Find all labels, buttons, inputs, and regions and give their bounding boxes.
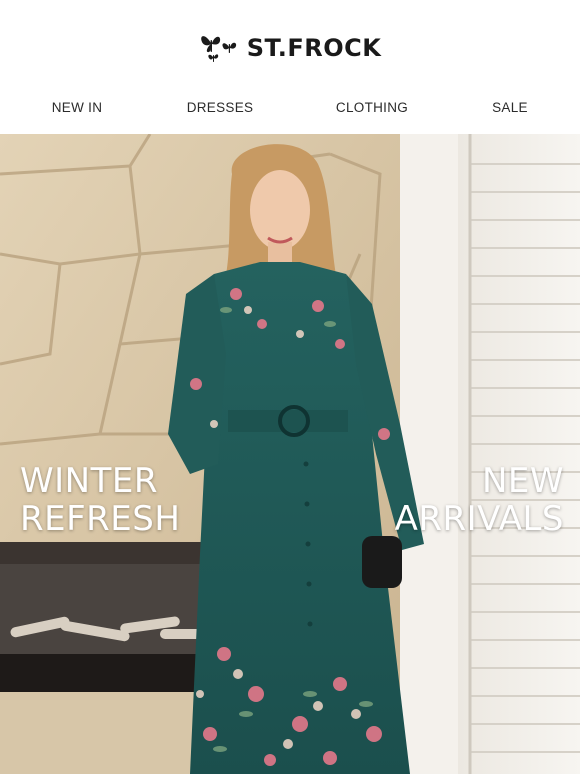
main-nav: NEW IN DRESSES CLOTHING SALE xyxy=(0,100,580,122)
butterfly-icon xyxy=(199,29,243,67)
hero-left-heading: WINTER REFRESH xyxy=(20,462,180,538)
hero-right-heading: NEW ARRIVALS xyxy=(395,462,564,538)
nav-item-dresses[interactable]: DRESSES xyxy=(187,100,254,115)
nav-item-new-in[interactable]: NEW IN xyxy=(52,100,103,115)
nav-item-sale[interactable]: SALE xyxy=(492,100,528,115)
brand-name: ST.FROCK xyxy=(246,34,382,62)
hero-image xyxy=(0,134,580,774)
hero-left-line-2: REFRESH xyxy=(20,499,181,539)
hero-right-line-1: NEW xyxy=(481,461,564,501)
nav-item-clothing[interactable]: CLOTHING xyxy=(336,100,408,115)
hero-right-line-2: ARRIVALS xyxy=(394,499,564,539)
email-header: ST.FROCK NEW IN DRESSES CLOTHING SALE xyxy=(0,0,580,134)
hero-banner[interactable]: WINTER REFRESH NEW ARRIVALS xyxy=(0,134,580,774)
hero-left-line-1: WINTER xyxy=(20,461,158,501)
brand-logo[interactable]: ST.FROCK xyxy=(0,26,580,70)
